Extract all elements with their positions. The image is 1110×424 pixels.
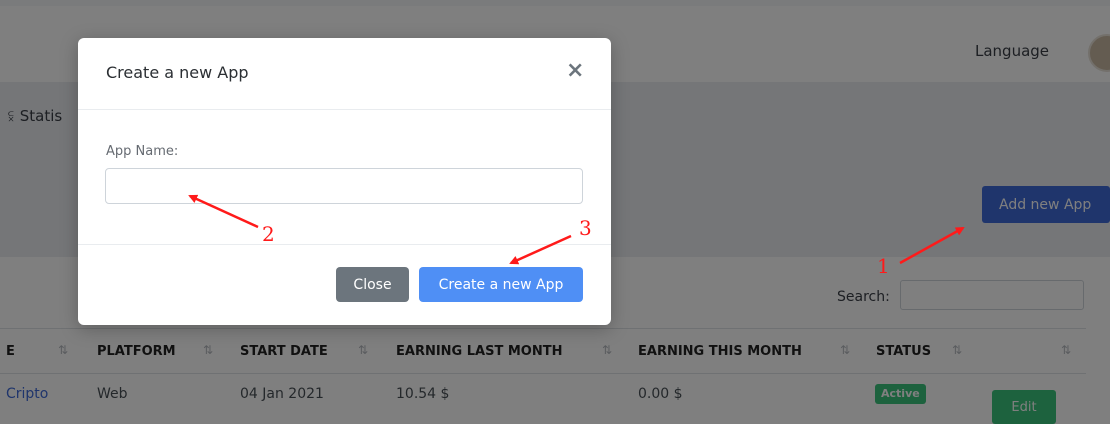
annotation-marker-2: 2 xyxy=(262,222,275,246)
modal-header: Create a new App × xyxy=(78,38,611,110)
close-icon[interactable]: × xyxy=(566,58,584,83)
modal-title: Create a new App xyxy=(106,63,249,82)
create-app-button[interactable]: Create a new App xyxy=(419,267,583,302)
annotation-marker-1: 1 xyxy=(877,254,890,278)
modal-footer: Close Create a new App xyxy=(78,244,611,326)
app-name-input[interactable] xyxy=(105,168,583,204)
app-name-label: App Name: xyxy=(106,144,179,159)
annotation-marker-3: 3 xyxy=(579,216,592,240)
close-button[interactable]: Close xyxy=(336,267,409,302)
create-app-modal: Create a new App × App Name: Close Creat… xyxy=(78,38,611,325)
